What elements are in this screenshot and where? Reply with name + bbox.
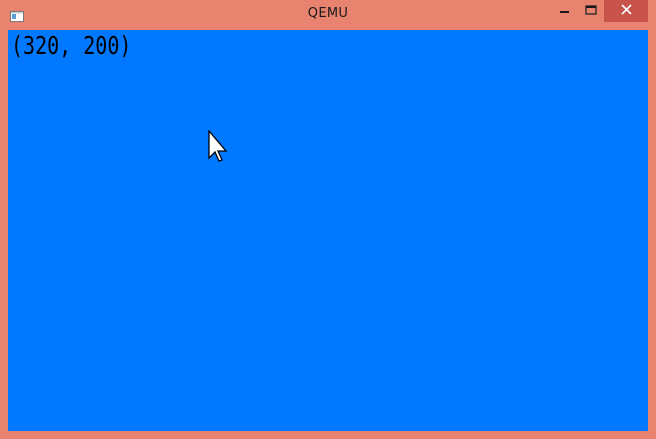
mouse-pointer-icon [208, 129, 232, 164]
minimize-button[interactable] [553, 0, 577, 22]
guest-display[interactable]: (320, 200) [8, 30, 648, 431]
qemu-window: QEMU (320, 200) [0, 0, 656, 439]
coordinate-readout: (320, 200) [11, 31, 132, 60]
title-bar[interactable]: QEMU [0, 0, 656, 30]
close-button[interactable] [604, 0, 648, 22]
maximize-icon [584, 2, 597, 20]
close-icon [620, 2, 632, 20]
minimize-icon [560, 2, 570, 20]
maximize-button[interactable] [577, 0, 604, 22]
